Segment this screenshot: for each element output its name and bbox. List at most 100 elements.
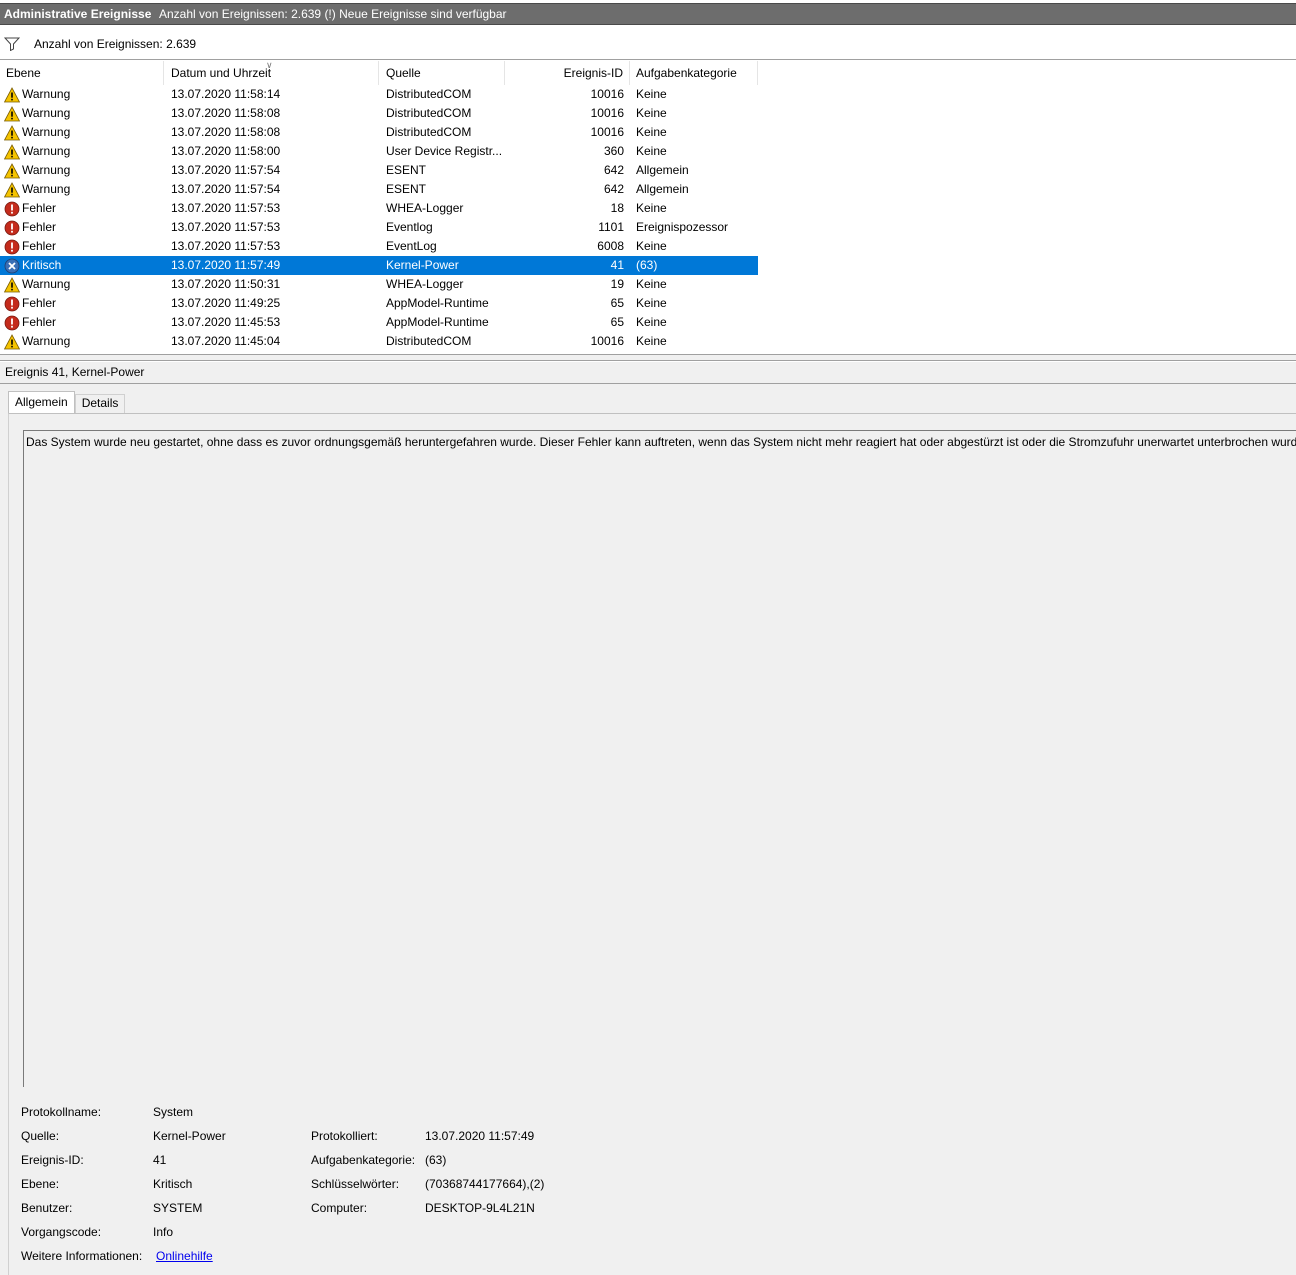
row-date: 13.07.2020 11:58:08 xyxy=(171,125,281,139)
prop-logged-value: 13.07.2020 11:57:49 xyxy=(425,1129,535,1143)
table-row[interactable]: Warnung 13.07.2020 11:57:54 ESENT 642 Allgem… xyxy=(0,180,758,199)
table-row[interactable]: Kritisch 13.07.2020 11:57:49 Kernel-Power 4… xyxy=(0,256,758,275)
table-row[interactable]: Warnung 13.07.2020 11:45:04 DistributedCOM… xyxy=(0,332,758,351)
row-level: Fehler xyxy=(22,201,57,215)
prop-logname-label: Protokollname: xyxy=(21,1105,102,1119)
log-title: Administrative Ereignisse xyxy=(4,7,152,21)
tab-general[interactable]: Allgemein xyxy=(8,391,75,414)
row-event-id: 360 xyxy=(603,144,624,158)
row-category: Keine xyxy=(636,144,667,158)
table-row[interactable]: Fehler 13.07.2020 11:49:25 AppModel-Runtim… xyxy=(0,294,758,313)
row-date: 13.07.2020 11:58:08 xyxy=(171,106,281,120)
row-source: ESENT xyxy=(386,163,427,177)
tab-content: Das System wurde neu gestartet, ohne das… xyxy=(8,413,1296,1275)
row-date: 13.07.2020 11:45:53 xyxy=(171,315,281,329)
prop-opcode-value: Info xyxy=(153,1225,174,1239)
table-row[interactable]: Warnung 13.07.2020 11:58:00 User Device Re… xyxy=(0,142,758,161)
warning-icon xyxy=(3,163,21,179)
row-source: EventLog xyxy=(386,239,437,253)
table-row[interactable]: Warnung 13.07.2020 11:50:31 WHEA-Logger 19 K… xyxy=(0,275,758,294)
row-source: DistributedCOM xyxy=(386,334,472,348)
table-row[interactable]: Fehler 13.07.2020 11:57:53 WHEA-Logger 18 Ke… xyxy=(0,199,758,218)
row-event-id: 65 xyxy=(610,315,624,329)
filter-bar: Anzahl von Ereignissen: 2.639 xyxy=(0,28,1296,60)
row-event-id: 642 xyxy=(603,163,624,177)
row-source: Eventlog xyxy=(386,220,433,234)
event-grid: Ebene Datum und Uhrzeit ∨ Quelle Ereigni… xyxy=(0,61,1296,354)
row-source: AppModel-Runtime xyxy=(386,296,489,310)
row-event-id: 65 xyxy=(610,296,624,310)
row-category: Keine xyxy=(636,239,667,253)
row-event-id: 1101 xyxy=(598,220,624,234)
row-category: Allgemein xyxy=(636,163,689,177)
row-date: 13.07.2020 11:58:00 xyxy=(171,144,281,158)
event-message: Das System wurde neu gestartet, ohne das… xyxy=(26,435,1296,449)
prop-computer-value: DESKTOP-9L4L21N xyxy=(425,1201,535,1215)
warning-icon xyxy=(3,334,21,350)
row-date: 13.07.2020 11:57:53 xyxy=(171,239,281,253)
prop-eventid-label: Ereignis-ID: xyxy=(21,1153,84,1167)
row-level: Fehler xyxy=(22,220,57,234)
prop-keywords-label: Schlüsselwörter: xyxy=(311,1177,400,1191)
row-source: WHEA-Logger xyxy=(386,201,464,215)
column-header-source[interactable]: Quelle xyxy=(380,61,505,85)
tab-details[interactable]: Details xyxy=(74,394,126,413)
row-category: Keine xyxy=(636,106,667,120)
row-event-id: 18 xyxy=(610,201,624,215)
table-row[interactable]: Warnung 13.07.2020 11:58:14 DistributedCOM… xyxy=(0,85,758,104)
row-date: 13.07.2020 11:45:04 xyxy=(171,334,281,348)
warning-icon xyxy=(3,144,21,160)
online-help-link[interactable]: Onlinehilfe xyxy=(156,1249,213,1263)
prop-level-value: Kritisch xyxy=(153,1177,193,1191)
table-row[interactable]: Warnung 13.07.2020 11:58:08 DistributedCOM… xyxy=(0,123,758,142)
titlebar: Administrative Ereignisse Anzahl von Ere… xyxy=(0,3,1296,25)
row-category: (63) xyxy=(636,258,658,272)
row-category: Keine xyxy=(636,334,667,348)
log-status: Anzahl von Ereignissen: 2.639 (!) Neue E… xyxy=(159,7,507,21)
row-level: Kritisch xyxy=(22,258,62,272)
prop-level-label: Ebene: xyxy=(21,1177,60,1191)
row-event-id: 10016 xyxy=(590,87,624,101)
prop-logname-value: System xyxy=(153,1105,194,1119)
prop-moreinfo-label: Weitere Informationen: xyxy=(21,1249,143,1263)
event-rows: Warnung 13.07.2020 11:58:14 DistributedCOM… xyxy=(0,85,1296,351)
row-source: ESENT xyxy=(386,182,427,196)
error-icon xyxy=(4,201,20,217)
table-row[interactable]: Warnung 13.07.2020 11:57:54 ESENT 642 Allgem… xyxy=(0,161,758,180)
critical-icon xyxy=(4,258,20,274)
row-event-id: 10016 xyxy=(590,106,624,120)
prop-eventid-value: 41 xyxy=(153,1153,167,1167)
warning-icon xyxy=(3,182,21,198)
row-category: Allgemein xyxy=(636,182,689,196)
warning-icon xyxy=(3,277,21,293)
row-level: Warnung xyxy=(22,277,71,291)
column-header-category[interactable]: Aufgabenkategorie xyxy=(630,61,758,85)
row-level: Warnung xyxy=(22,125,71,139)
table-row[interactable]: Fehler 13.07.2020 11:57:53 EventLog 6008 Kei… xyxy=(0,237,758,256)
error-icon xyxy=(4,315,20,331)
row-category: Keine xyxy=(636,201,667,215)
prop-category-label: Aufgabenkategorie: xyxy=(311,1153,416,1167)
table-row[interactable]: Fehler 13.07.2020 11:57:53 Eventlog 1101 Ere… xyxy=(0,218,758,237)
column-header-event-id[interactable]: Ereignis-ID xyxy=(505,61,630,85)
column-header-level[interactable]: Ebene xyxy=(0,61,164,85)
row-level: Fehler xyxy=(22,296,57,310)
row-date: 13.07.2020 11:50:31 xyxy=(171,277,281,291)
filter-icon[interactable] xyxy=(4,37,20,51)
row-event-id: 41 xyxy=(610,258,624,272)
detail-tabs: Allgemein Details xyxy=(8,391,126,414)
prop-category-value: (63) xyxy=(425,1153,447,1167)
row-source: Kernel-Power xyxy=(386,258,459,272)
table-row[interactable]: Fehler 13.07.2020 11:45:53 AppModel-Runtim… xyxy=(0,313,758,332)
row-category: Keine xyxy=(636,296,667,310)
row-source: DistributedCOM xyxy=(386,125,472,139)
row-date: 13.07.2020 11:49:25 xyxy=(171,296,281,310)
table-row[interactable]: Warnung 13.07.2020 11:58:08 DistributedCOM… xyxy=(0,104,758,123)
row-event-id: 6008 xyxy=(597,239,624,253)
warning-icon xyxy=(3,87,21,103)
prop-user-label: Benutzer: xyxy=(21,1201,73,1215)
pane-splitter[interactable] xyxy=(0,354,1296,361)
row-level: Warnung xyxy=(22,87,71,101)
row-event-id: 10016 xyxy=(590,334,624,348)
event-message-box[interactable]: Das System wurde neu gestartet, ohne das… xyxy=(23,430,1296,1087)
